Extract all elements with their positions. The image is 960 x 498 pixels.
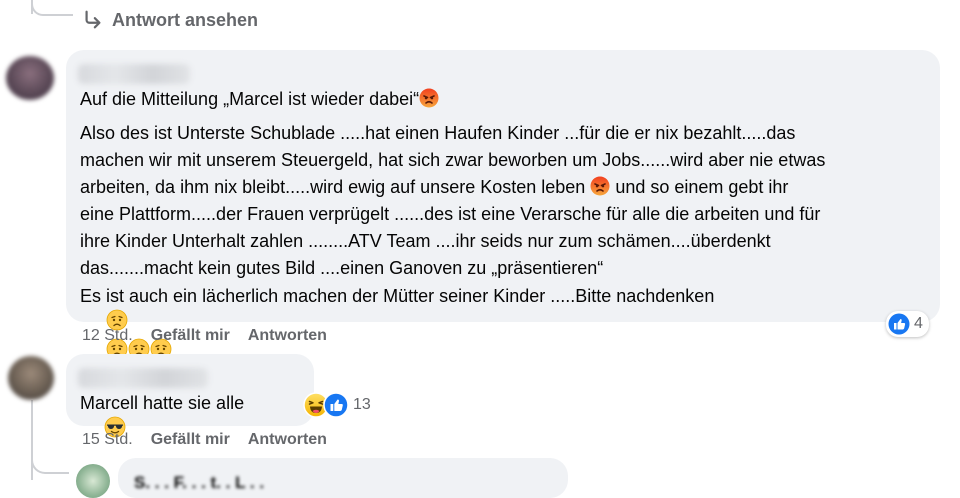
reaction-count: 13: [353, 396, 371, 413]
comment-actions: 12 Std. Gefällt mir Antworten: [82, 326, 327, 346]
comment-text-line: eine Plattform.....der Frauen verprügelt…: [80, 204, 821, 224]
avatar[interactable]: [6, 56, 54, 100]
comment-text-line: ihre Kinder Unterhalt zahlen ........ATV…: [80, 231, 771, 251]
angry-emoji-icon: [590, 176, 610, 203]
comment-text-line: arbeiten, da ihm nix bleibt.....wird ewi…: [80, 174, 788, 203]
reaction-summary[interactable]: 13: [303, 392, 371, 418]
like-button[interactable]: Gefällt mir: [151, 431, 230, 449]
reaction-count: 4: [914, 315, 923, 332]
comment-bubble: Marcell hatte sie alle: [66, 354, 314, 438]
avatar[interactable]: [76, 464, 110, 498]
view-replies-label: Antwort ansehen: [112, 9, 259, 30]
reply-arrow-icon: [85, 10, 101, 29]
comment-author[interactable]: [78, 64, 190, 84]
angry-emoji-icon: [419, 88, 439, 115]
thread-connector: [31, 0, 73, 16]
comment-text-line: Also des ist Unterste Schublade .....hat…: [80, 123, 796, 143]
comment-text-line: Auf die Mitteilung „Marcel ist wieder da…: [80, 86, 439, 115]
avatar[interactable]: [8, 356, 54, 400]
thread-connector: [31, 454, 69, 474]
reply-author[interactable]: S. . . F. . . t. . L . .: [134, 470, 264, 496]
comment-text-line: machen wir mit unserem Steuergeld, hat s…: [80, 150, 826, 170]
view-replies-link[interactable]: Antwort ansehen: [82, 8, 258, 32]
reply-button[interactable]: Antworten: [248, 327, 327, 345]
reaction-summary[interactable]: 4: [886, 311, 929, 337]
reply-bubble: S. . . F. . . t. . L . .: [118, 458, 568, 498]
comment-actions: 15 Std. Gefällt mir Antworten: [82, 430, 327, 450]
comment-timestamp[interactable]: 12 Std.: [82, 327, 133, 345]
comment-text-line: das.......macht kein gutes Bild ....eine…: [80, 258, 604, 278]
like-icon: [888, 313, 910, 335]
comment-timestamp[interactable]: 15 Std.: [82, 431, 133, 449]
comment-author[interactable]: [78, 368, 208, 388]
reply-button[interactable]: Antworten: [248, 431, 327, 449]
like-button[interactable]: Gefällt mir: [151, 327, 230, 345]
comment-bubble: Auf die Mitteilung „Marcel ist wieder da…: [66, 50, 940, 360]
like-icon: [323, 392, 349, 418]
